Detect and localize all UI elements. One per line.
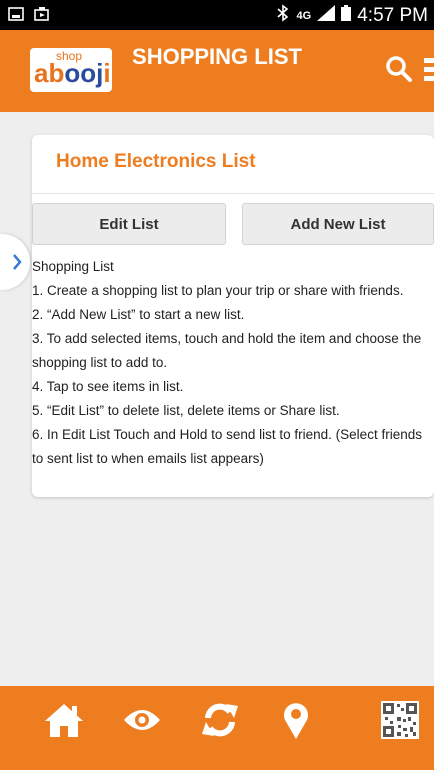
instruction-line: 3. To add selected items, touch and hold… — [32, 331, 422, 370]
nav-qr-scan[interactable] — [378, 698, 422, 742]
nav-refresh[interactable] — [198, 698, 242, 742]
drawer-toggle[interactable] — [0, 234, 30, 290]
instructions-heading: Shopping List — [32, 259, 114, 274]
status-bar: 4G 4:57 PM — [0, 0, 434, 30]
instruction-line: 6. In Edit List Touch and Hold to send l… — [32, 427, 422, 466]
instruction-line: 5. “Edit List” to delete list, delete it… — [32, 403, 340, 418]
nav-home[interactable] — [42, 698, 86, 742]
add-new-list-button[interactable]: Add New List — [242, 203, 434, 245]
list-title[interactable]: Home Electronics List — [56, 151, 256, 173]
page-title: SHOPPING LIST — [132, 44, 302, 69]
instruction-line: 2. “Add New List” to start a new list. — [32, 307, 245, 322]
instruction-line: 4. Tap to see items in list. — [32, 379, 184, 394]
nav-location[interactable] — [274, 698, 318, 742]
signal-icon — [317, 5, 336, 27]
eye-icon — [124, 710, 160, 730]
shopping-list-card: Home Electronics List Edit List Add New … — [32, 135, 434, 497]
network-type-label: 4G — [296, 10, 312, 22]
screenshot-notification-icon — [8, 6, 24, 22]
home-icon — [45, 704, 83, 737]
card-header: Home Electronics List — [32, 135, 434, 194]
overflow-menu-icon — [424, 58, 434, 81]
refresh-icon — [202, 703, 238, 737]
battery-icon — [341, 5, 352, 27]
edit-list-button[interactable]: Edit List — [32, 203, 226, 245]
search-button[interactable] — [384, 54, 414, 84]
bluetooth-icon — [275, 4, 291, 28]
search-icon — [386, 56, 412, 82]
media-notification-icon — [34, 6, 50, 22]
location-icon — [284, 703, 308, 739]
instruction-line: 1. Create a shopping list to plan your t… — [32, 283, 404, 298]
instructions-text: Shopping List 1. Create a shopping list … — [32, 255, 434, 471]
qr-code-icon — [381, 701, 419, 739]
chevron-right-icon — [13, 254, 22, 270]
nav-view[interactable] — [120, 698, 164, 742]
clock-time: 4:57 PM — [357, 5, 428, 26]
bottom-nav — [0, 686, 434, 770]
overflow-menu-button[interactable] — [424, 52, 434, 86]
app-bar: shop abooji SHOPPING LIST — [0, 30, 434, 112]
